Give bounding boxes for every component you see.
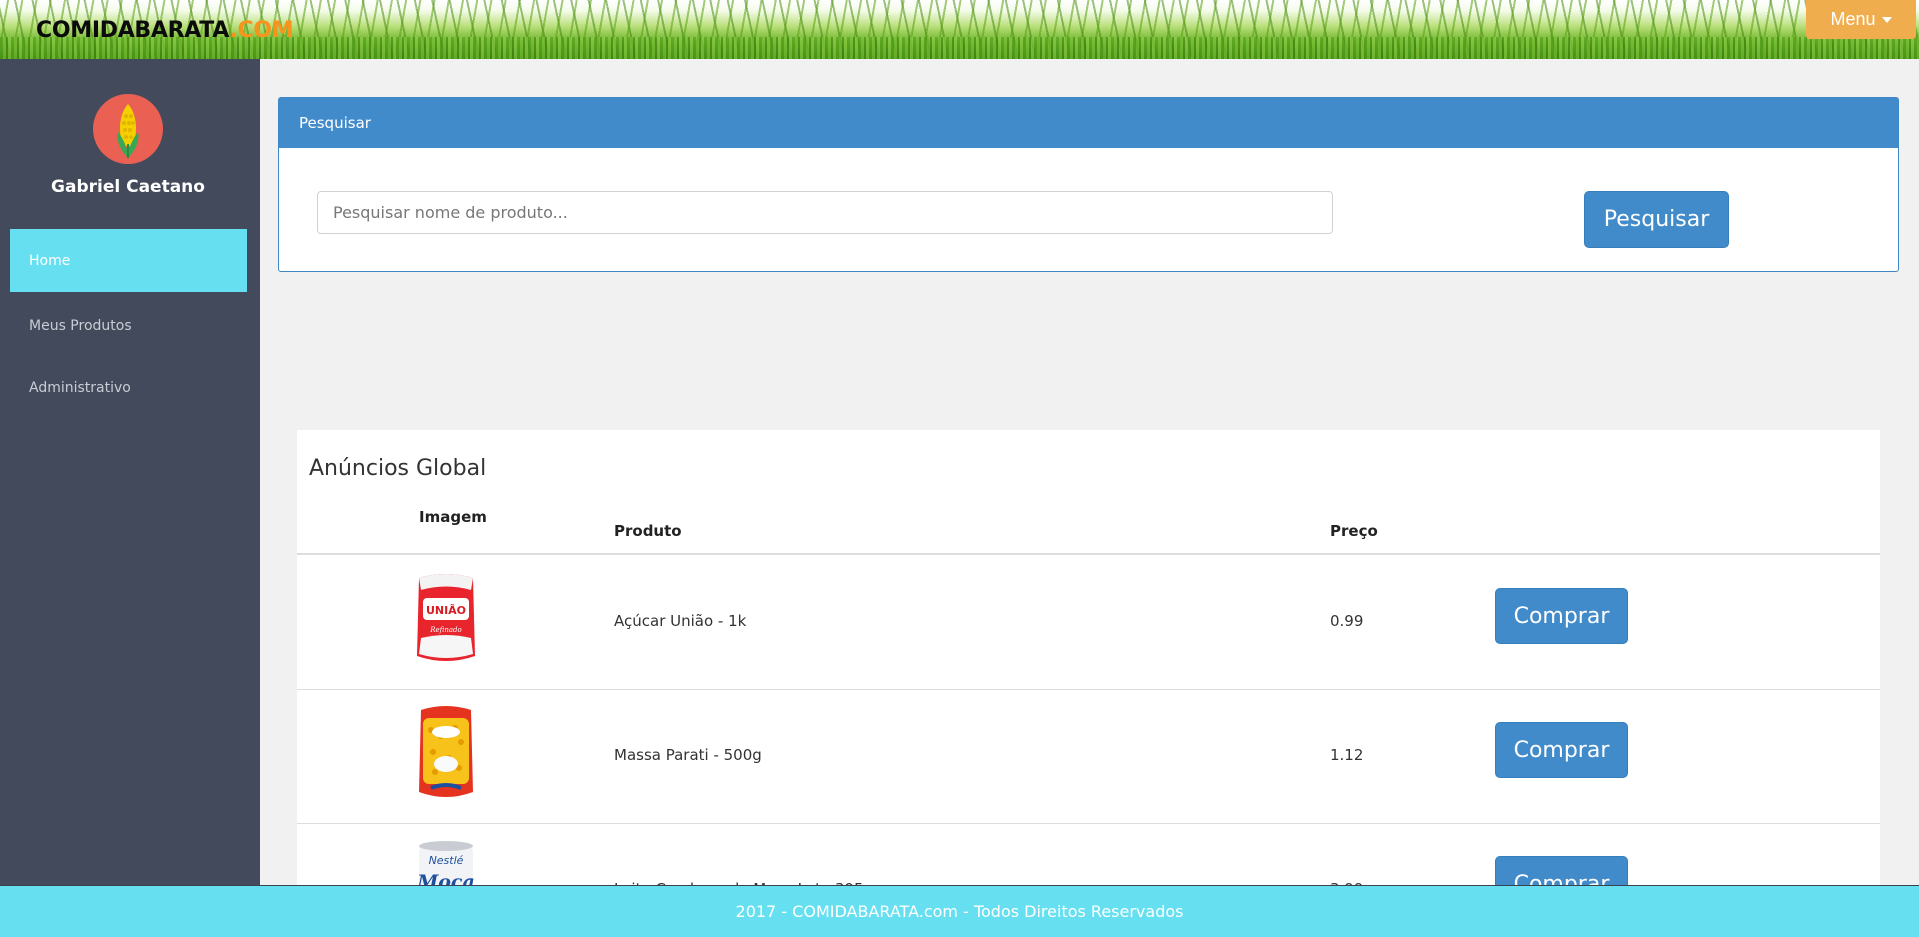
product-image-sublabel: Refinado	[429, 626, 461, 634]
user-name: Gabriel Caetano	[51, 177, 205, 197]
search-panel-heading: Pesquisar	[279, 98, 1898, 148]
sidebar-item-administrativo[interactable]: Administrativo	[10, 356, 247, 419]
logo-com-text: .COM	[229, 18, 294, 43]
product-name: Açúcar União - 1k	[614, 612, 747, 630]
column-header-imagem: Imagem	[419, 508, 487, 526]
listing-title: Anúncios Global	[309, 456, 487, 481]
sidebar-item-meus-produtos[interactable]: Meus Produtos	[10, 294, 247, 357]
sidebar-item-label: Administrativo	[29, 379, 131, 396]
product-image-acucar-uniao: UNIÃO Refinado	[417, 574, 475, 661]
avatar	[93, 94, 163, 164]
sidebar: Gabriel Caetano Home Meus Produtos Admin…	[0, 59, 260, 885]
sidebar-item-label: Meus Produtos	[29, 317, 132, 334]
table-row: Massa Parati - 500g 1.12 Comprar	[297, 689, 1880, 824]
corn-icon	[117, 104, 139, 158]
site-logo[interactable]: COMIDABARATA.COM	[36, 18, 294, 43]
caret-down-icon	[1881, 16, 1892, 23]
sidebar-item-home[interactable]: Home	[10, 229, 247, 292]
table-row: UNIÃO Refinado Açúcar União - 1k 0.99 Co…	[297, 555, 1880, 690]
column-header-produto: Produto	[614, 522, 682, 540]
product-name: Massa Parati - 500g	[614, 746, 762, 764]
product-image-label: UNIÃO	[426, 604, 466, 617]
logo-main-text: COMIDABARATA	[36, 18, 230, 43]
comprar-button[interactable]: Comprar	[1495, 588, 1628, 644]
search-button[interactable]: Pesquisar	[1584, 191, 1729, 248]
column-header-preco: Preço	[1330, 522, 1378, 540]
product-price: 0.99	[1330, 612, 1364, 630]
menu-label: Menu	[1830, 9, 1876, 29]
product-price: 1.12	[1330, 746, 1364, 764]
search-input[interactable]	[317, 191, 1333, 234]
header-banner: COMIDABARATA.COM Menu	[0, 0, 1919, 59]
footer-copyright: 2017 - COMIDABARATA.com - Todos Direitos…	[735, 902, 1184, 921]
product-image-brand: Nestlé	[429, 854, 464, 867]
footer: 2017 - COMIDABARATA.com - Todos Direitos…	[0, 885, 1919, 937]
search-panel-title: Pesquisar	[299, 114, 371, 132]
sidebar-item-label: Home	[29, 252, 71, 269]
menu-dropdown-button[interactable]: Menu	[1806, 0, 1916, 39]
global-listings-panel: Anúncios Global Imagem Produto Preço UNI…	[297, 430, 1880, 900]
product-image-massa-parati	[419, 706, 473, 797]
search-panel: Pesquisar Pesquisar	[278, 97, 1899, 272]
comprar-button[interactable]: Comprar	[1495, 722, 1628, 778]
